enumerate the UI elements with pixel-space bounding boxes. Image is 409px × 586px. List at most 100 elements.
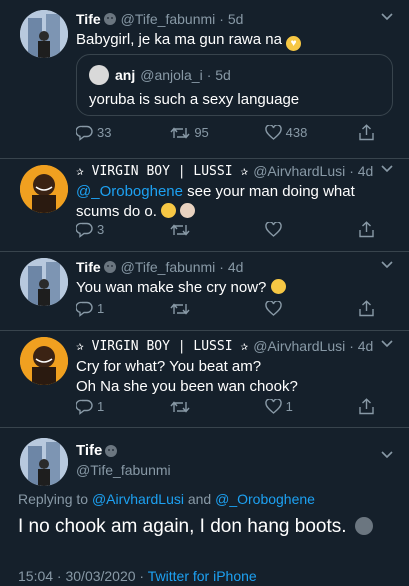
tweet-text-body: Babygirl, je ka ma gun rawa na <box>76 31 282 48</box>
display-name[interactable]: Tife <box>76 11 101 27</box>
retweet-button[interactable]: 95 <box>170 125 230 140</box>
like-icon <box>264 222 282 237</box>
quoted-tweet[interactable]: anj @anjola_i · 5d yoruba is such a sexy… <box>76 54 393 116</box>
tweet-text-line: Cry for what? You beat am? <box>76 358 262 375</box>
avatar[interactable] <box>20 438 68 486</box>
avatar[interactable] <box>20 258 68 306</box>
display-name[interactable]: ✰ VIRGIN BOY | LUSSI ✰ <box>76 164 248 179</box>
focused-tweet: Tife @Tife_fabunmi Replying to @Airvhard… <box>0 428 409 586</box>
like-button[interactable]: 1 <box>264 399 325 414</box>
emoji-icon <box>354 517 373 535</box>
reply-icon <box>76 222 93 238</box>
share-button[interactable] <box>359 124 379 141</box>
like-button[interactable]: 438 <box>264 125 325 140</box>
replying-and: and <box>187 491 212 507</box>
retweet-count: 95 <box>194 125 209 140</box>
reply-count: 1 <box>97 399 105 414</box>
timestamp[interactable]: 15:04 · 30/03/2020 · <box>18 568 144 584</box>
retweet-button[interactable] <box>170 302 230 316</box>
tweet-time[interactable]: · 5d <box>219 11 243 27</box>
reply-count: 3 <box>97 222 105 237</box>
tweet-text-body: You wan make she cry now? <box>76 279 267 296</box>
like-button[interactable] <box>264 222 325 237</box>
chevron-down-icon[interactable] <box>381 337 393 351</box>
share-icon <box>359 221 374 238</box>
user-handle[interactable]: @AirvhardLusi <box>253 163 345 179</box>
tweet-3[interactable]: Tife @Tife_fabunmi · 4d You wan make she… <box>0 252 409 330</box>
tweet-text: Cry for what? You beat am? Oh Na she you… <box>76 357 397 397</box>
tweet-4[interactable]: ✰ VIRGIN BOY | LUSSI ✰ @AirvhardLusi · 4… <box>0 331 409 427</box>
tweet-source[interactable]: Twitter for iPhone <box>148 568 257 584</box>
badge-icon <box>103 13 116 25</box>
chevron-down-icon[interactable] <box>381 162 393 176</box>
retweet-icon <box>170 223 190 236</box>
like-icon <box>264 125 282 140</box>
chevron-down-icon[interactable] <box>381 446 393 464</box>
chevron-down-icon[interactable] <box>381 258 393 272</box>
chevron-down-icon[interactable] <box>381 10 393 24</box>
quote-text: yoruba is such a sexy language <box>89 91 300 108</box>
reply-count: 33 <box>97 125 112 140</box>
display-name[interactable]: Tife <box>76 442 102 459</box>
display-name[interactable]: ✰ VIRGIN BOY | LUSSI ✰ <box>76 339 248 354</box>
share-icon <box>359 398 374 415</box>
tweet-time[interactable]: · 4d <box>349 338 373 354</box>
replying-mention-1[interactable]: @AirvhardLusi <box>92 491 184 507</box>
like-count: 438 <box>285 125 308 140</box>
tweet-text: @_Oroboghene see your man doing what scu… <box>76 182 397 222</box>
tweet-text-line: Oh Na she you been wan chook? <box>76 378 298 395</box>
retweet-icon <box>170 302 190 315</box>
mention-link[interactable]: @_Oroboghene <box>76 183 183 200</box>
quote-time: · 5d <box>206 67 231 83</box>
user-handle[interactable]: @Tife_fabunmi <box>121 259 216 275</box>
retweet-button[interactable] <box>170 223 230 237</box>
like-button[interactable] <box>264 301 325 316</box>
retweet-icon <box>170 126 190 139</box>
share-button[interactable] <box>359 300 379 317</box>
avatar[interactable] <box>20 337 68 385</box>
share-button[interactable] <box>359 398 379 415</box>
grin-emoji <box>161 203 177 218</box>
like-icon <box>264 301 282 316</box>
share-icon <box>359 300 374 317</box>
reply-icon <box>76 399 93 415</box>
facepalm-emoji <box>180 203 196 218</box>
retweet-icon <box>170 400 190 413</box>
main-tweet-text: I no chook am again, I don hang boots. <box>18 516 373 538</box>
replying-mention-2[interactable]: @_Oroboghene <box>215 491 315 507</box>
replying-to: Replying to @AirvhardLusi and @_Oroboghe… <box>18 491 315 507</box>
share-icon <box>359 124 374 141</box>
replying-prefix: Replying to <box>18 491 89 507</box>
user-handle[interactable]: @Tife_fabunmi <box>76 462 171 478</box>
user-handle[interactable]: @Tife_fabunmi <box>121 11 216 27</box>
reply-button[interactable]: 3 <box>76 222 136 238</box>
share-button[interactable] <box>359 221 379 238</box>
avatar[interactable] <box>20 10 68 58</box>
like-icon <box>264 399 282 414</box>
tweet-meta: 15:04 · 30/03/2020 · Twitter for iPhone <box>18 568 257 584</box>
tweet-time[interactable]: · 4d <box>219 259 243 275</box>
reply-button[interactable]: 33 <box>76 125 136 141</box>
tweet-text: You wan make she cry now? <box>76 278 397 298</box>
reply-count: 1 <box>97 301 105 316</box>
reply-button[interactable]: 1 <box>76 301 136 317</box>
heart-eyes-emoji: ♥ <box>286 36 302 51</box>
reply-button[interactable]: 1 <box>76 399 136 415</box>
tweet-1[interactable]: Tife @Tife_fabunmi · 5d Babygirl, je ka … <box>0 0 409 158</box>
quote-handle: @anjola_i <box>140 67 203 83</box>
quote-display-name: anj <box>115 67 136 83</box>
avatar[interactable] <box>20 165 68 213</box>
quote-avatar <box>89 65 109 85</box>
badge-icon <box>103 261 116 273</box>
reply-icon <box>76 301 93 317</box>
display-name[interactable]: Tife <box>76 259 101 275</box>
tweet-time[interactable]: · 4d <box>349 163 373 179</box>
retweet-button[interactable] <box>170 400 230 414</box>
tweet-2[interactable]: ✰ VIRGIN BOY | LUSSI ✰ @AirvhardLusi · 4… <box>0 159 409 251</box>
like-count: 1 <box>285 399 293 414</box>
user-handle[interactable]: @AirvhardLusi <box>253 338 345 354</box>
reply-icon <box>76 125 93 141</box>
laughing-emoji <box>270 279 286 294</box>
badge-icon <box>105 444 118 457</box>
tweet-text: Babygirl, je ka ma gun rawa na ♥ <box>76 30 397 51</box>
